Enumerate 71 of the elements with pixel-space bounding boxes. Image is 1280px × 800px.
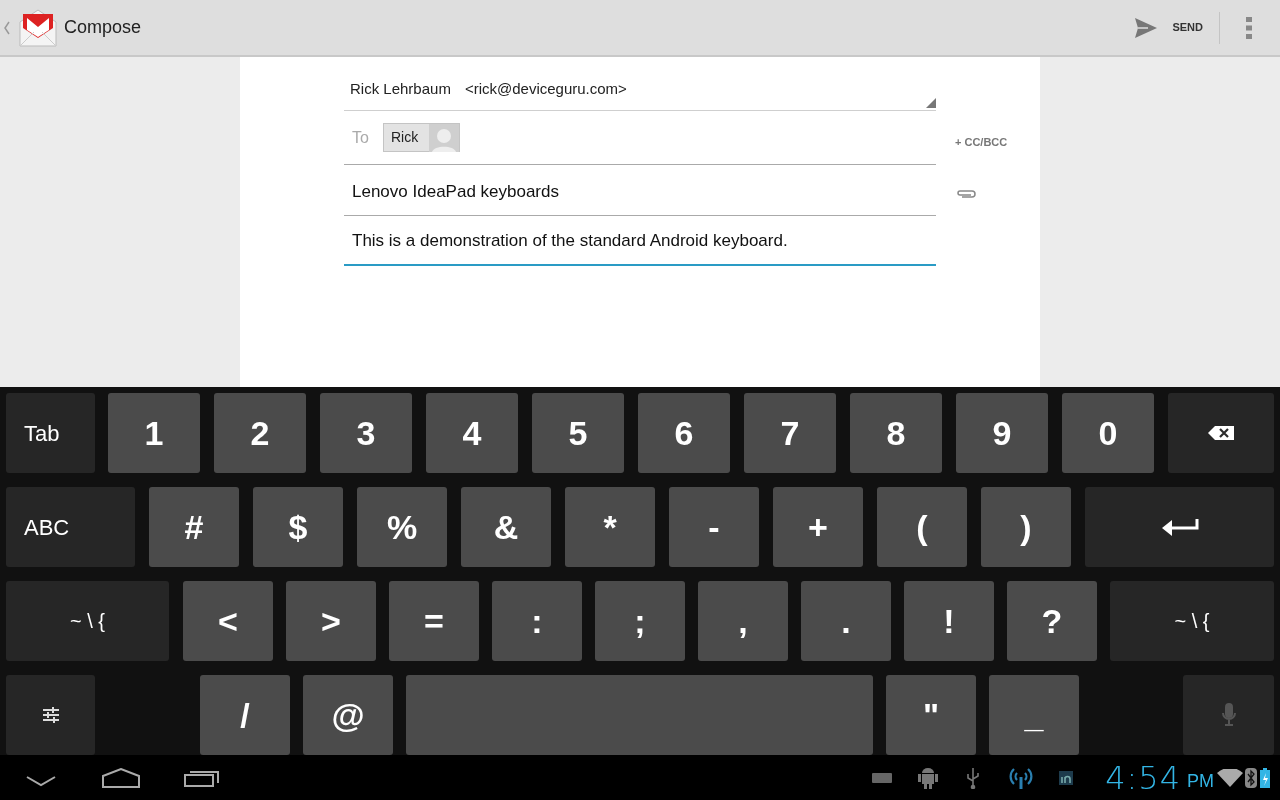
keyboard-key[interactable]: ( xyxy=(877,487,967,567)
clock-time: 4:54 xyxy=(1105,761,1181,794)
screen-title: Compose xyxy=(64,16,142,39)
android-robot-icon xyxy=(918,766,939,789)
dropdown-corner-icon xyxy=(926,98,936,108)
keyboard-key[interactable]: , xyxy=(698,581,788,661)
keyboard-key[interactable]: @ xyxy=(303,675,393,755)
battery-charging-icon xyxy=(1260,767,1270,788)
recent-apps-icon[interactable] xyxy=(184,768,220,787)
keyboard-key[interactable]: . xyxy=(801,581,891,661)
keyboard-key[interactable]: % xyxy=(357,487,447,567)
keyboard-key[interactable]: ! xyxy=(904,581,994,661)
keyboard-key[interactable]: ; xyxy=(595,581,685,661)
linkedin-icon xyxy=(1059,770,1074,785)
keyboard-key[interactable]: ~ \ { xyxy=(1110,581,1274,661)
keyboard-key[interactable]: " xyxy=(886,675,976,755)
bluetooth-icon xyxy=(1245,767,1257,788)
to-field[interactable]: To Rick xyxy=(344,111,936,165)
keyboard-key[interactable]: ABC xyxy=(6,487,135,567)
from-name: Rick Lehrbaum xyxy=(350,79,451,100)
send-icon xyxy=(1134,16,1159,39)
keyboard-key[interactable]: 0 xyxy=(1062,393,1154,473)
overflow-menu-icon[interactable] xyxy=(1246,16,1252,39)
avatar-silhouette-icon xyxy=(429,123,460,152)
keyboard-key[interactable]: > xyxy=(286,581,376,661)
keyboard-key[interactable]: 1 xyxy=(108,393,200,473)
backspace-icon xyxy=(1207,425,1235,441)
keyboard-key[interactable]: Tab xyxy=(6,393,95,473)
sliders-icon xyxy=(41,706,60,724)
keyboard-key[interactable]: < xyxy=(183,581,273,661)
subject-field[interactable]: Lenovo IdeaPad keyboards xyxy=(344,165,936,216)
paperclip-icon[interactable] xyxy=(956,188,976,199)
keyboard-key[interactable]: : xyxy=(492,581,582,661)
up-chevron-icon[interactable] xyxy=(3,20,11,35)
back-chevron-icon[interactable] xyxy=(26,774,56,787)
clock-am-pm: PM xyxy=(1187,770,1214,793)
keyboard-key[interactable]: # xyxy=(149,487,239,567)
keyboard-key[interactable]: & xyxy=(461,487,551,567)
keyboard-key[interactable]: ? xyxy=(1007,581,1097,661)
keyboard-key[interactable]: ~ \ { xyxy=(6,581,169,661)
keyboard-key[interactable]: 4 xyxy=(426,393,518,473)
keyboard-key[interactable]: 3 xyxy=(320,393,412,473)
keyboard-icon xyxy=(872,772,893,783)
keyboard-key[interactable]: 6 xyxy=(638,393,730,473)
home-icon[interactable] xyxy=(102,767,140,788)
send-button[interactable]: SEND xyxy=(1132,7,1205,48)
keyboard-key[interactable]: $ xyxy=(253,487,343,567)
recipient-chip[interactable]: Rick xyxy=(382,123,461,152)
usb-icon xyxy=(966,766,981,789)
keyboard-key[interactable]: * xyxy=(565,487,655,567)
keyboard-key[interactable]: + xyxy=(773,487,863,567)
keyboard-key[interactable]: 2 xyxy=(214,393,306,473)
keyboard-key[interactable]: ) xyxy=(981,487,1071,567)
cc-bcc-button[interactable]: + CC/BCC xyxy=(955,134,1008,151)
keyboard-key[interactable]: 9 xyxy=(956,393,1048,473)
wifi-icon xyxy=(1217,768,1243,787)
enter-arrow-icon xyxy=(1160,517,1199,537)
voice-input-key[interactable] xyxy=(1183,675,1274,755)
keyboard-key[interactable]: / xyxy=(200,675,290,755)
to-label: To xyxy=(352,127,369,148)
from-email: <rick@deviceguru.com> xyxy=(464,79,627,100)
keyboard-key[interactable]: 7 xyxy=(744,393,836,473)
from-selector[interactable]: Rick Lehrbaum <rick@deviceguru.com> xyxy=(344,57,936,111)
keyboard-key[interactable]: _ xyxy=(989,675,1079,755)
keyboard-key[interactable]: = xyxy=(389,581,479,661)
keyboard-key[interactable]: - xyxy=(669,487,759,567)
keyboard-key[interactable]: 5 xyxy=(532,393,624,473)
backspace-key[interactable] xyxy=(1168,393,1274,473)
body-field[interactable]: This is a demonstration of the standard Android keyboard. xyxy=(344,216,936,266)
microphone-icon xyxy=(1220,703,1237,727)
keyboard-key[interactable]: 8 xyxy=(850,393,942,473)
